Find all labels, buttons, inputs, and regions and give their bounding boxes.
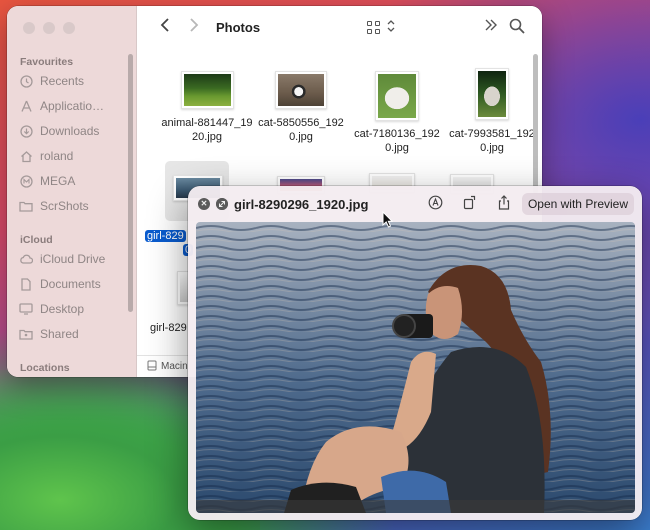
markup-icon[interactable] xyxy=(426,195,444,213)
fullscreen-icon[interactable] xyxy=(216,198,228,210)
sidebar-item-recents[interactable]: Recents xyxy=(19,71,84,91)
sidebar-item-label: ScrShots xyxy=(40,199,89,213)
content-scrollbar[interactable] xyxy=(533,54,538,194)
sidebar-section-icloud: iCloud xyxy=(20,234,53,246)
photo-girl-with-camera xyxy=(196,222,635,513)
sidebar-item-label: Documents xyxy=(40,277,101,291)
photo-preview xyxy=(196,222,635,513)
search-icon[interactable] xyxy=(509,18,527,36)
rotate-icon[interactable] xyxy=(460,195,478,213)
file-name: 0.jpg xyxy=(289,131,313,143)
home-icon xyxy=(19,149,33,163)
file-thumbnail xyxy=(475,68,509,120)
close-window-button[interactable] xyxy=(23,22,35,34)
desktop-icon xyxy=(19,302,33,316)
sidebar-item-label: iCloud Drive xyxy=(40,252,106,266)
zoom-window-button[interactable] xyxy=(63,22,75,34)
sidebar-item-roland[interactable]: roland xyxy=(19,146,73,166)
icon-view-icon[interactable] xyxy=(367,21,381,35)
file-item-cat-7180136[interactable]: cat-7180136_192 0.jpg xyxy=(347,71,447,155)
file-thumbnail xyxy=(375,71,419,121)
folder-icon xyxy=(19,199,33,213)
sidebar-scrollbar[interactable] xyxy=(128,54,133,312)
file-name: 0.jpg xyxy=(480,142,504,154)
sidebar-item-label: Downloads xyxy=(40,124,100,138)
sidebar-item-label: Applicatio… xyxy=(40,99,105,113)
file-name: animal-881447_19 xyxy=(161,117,253,129)
share-icon[interactable] xyxy=(495,195,513,213)
window-title: Photos xyxy=(216,20,261,35)
mouse-cursor-icon xyxy=(382,211,394,228)
file-item-cat-7993581[interactable]: cat-7993581_192 0.jpg xyxy=(442,68,542,155)
quicklook-window: ✕ girl-8290296_1920.jpg Open with Previe… xyxy=(188,186,642,520)
close-icon[interactable]: ✕ xyxy=(198,198,210,210)
quicklook-toolbar: ✕ girl-8290296_1920.jpg Open with Previe… xyxy=(188,186,642,222)
chevron-right-icon xyxy=(190,18,199,32)
window-controls xyxy=(23,22,75,34)
file-item-animal[interactable]: animal-881447_19 20.jpg xyxy=(157,71,257,144)
file-name: cat-5850556_192 xyxy=(258,117,344,129)
sidebar-item-icloud-drive[interactable]: iCloud Drive xyxy=(19,249,105,269)
sidebar-item-label: roland xyxy=(40,149,74,163)
file-name: cat-7180136_192 xyxy=(354,128,440,140)
file-name: cat-7993581_192 xyxy=(449,128,535,140)
cloud-icon xyxy=(19,252,33,266)
sidebar-item-scrshots[interactable]: ScrShots xyxy=(19,196,89,216)
sidebar-item-label: Desktop xyxy=(40,302,85,316)
path-bar-label: Macin xyxy=(161,361,188,372)
shared-folder-icon xyxy=(19,327,33,341)
file-name: 0.jpg xyxy=(385,142,409,154)
mega-icon xyxy=(19,174,33,188)
sidebar-section-locations: Locations xyxy=(20,362,70,374)
back-button[interactable] xyxy=(155,17,175,37)
sidebar-section-favourites: Favourites xyxy=(20,56,74,68)
applications-icon xyxy=(19,99,33,113)
chevron-left-icon xyxy=(160,18,169,32)
file-thumbnail xyxy=(180,71,234,109)
forward-button[interactable] xyxy=(184,17,204,37)
file-thumbnail xyxy=(275,71,327,109)
selected-file-name[interactable]: girl-829 0 xyxy=(145,229,194,257)
file-name: 20.jpg xyxy=(192,131,222,143)
sidebar-item-mega[interactable]: MEGA xyxy=(19,171,75,191)
sidebar-item-downloads[interactable]: Downloads xyxy=(19,121,99,141)
sidebar-item-label: Shared xyxy=(40,327,79,341)
open-with-preview-button[interactable]: Open with Preview xyxy=(521,193,634,215)
hard-drive-icon xyxy=(147,360,157,374)
file-name: girl-829 xyxy=(150,322,187,334)
sidebar-item-label: MEGA xyxy=(40,174,76,188)
sidebar-item-desktop[interactable]: Desktop xyxy=(19,299,84,319)
file-item-cat-5850556[interactable]: cat-5850556_192 0.jpg xyxy=(251,71,351,144)
view-options-chevron-icon[interactable] xyxy=(387,19,395,34)
quicklook-title: girl-8290296_1920.jpg xyxy=(234,197,369,212)
download-icon xyxy=(19,124,33,138)
sidebar: Favourites Recents Applicatio… Downloads… xyxy=(7,6,137,377)
sidebar-item-documents[interactable]: Documents xyxy=(19,274,101,294)
clock-icon xyxy=(19,74,33,88)
sidebar-item-shared[interactable]: Shared xyxy=(19,324,79,344)
sidebar-item-label: Recents xyxy=(40,74,85,88)
document-icon xyxy=(19,277,33,291)
finder-toolbar: Photos xyxy=(137,6,542,50)
sidebar-item-applications[interactable]: Applicatio… xyxy=(19,96,104,116)
minimize-window-button[interactable] xyxy=(43,22,55,34)
more-toolbar-icon[interactable] xyxy=(484,18,498,36)
